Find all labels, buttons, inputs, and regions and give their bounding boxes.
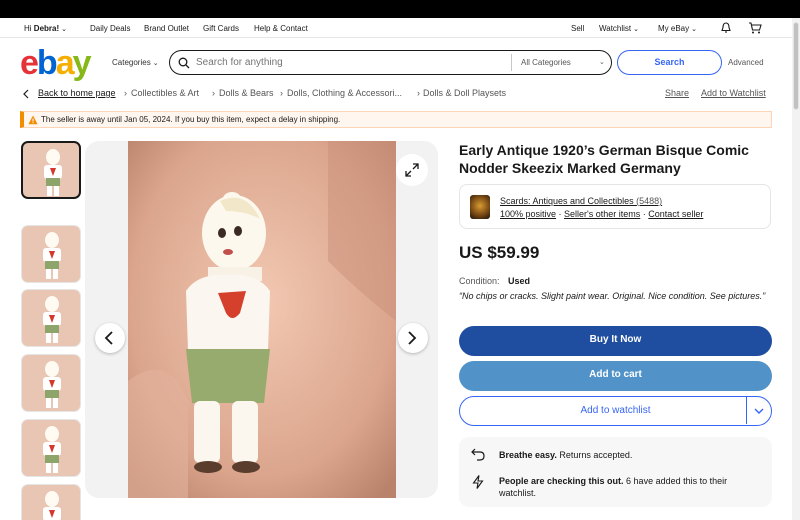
advanced-search-link[interactable]: Advanced bbox=[728, 58, 764, 67]
seller-away-banner: The seller is away until Jan 05, 2024. I… bbox=[20, 111, 772, 128]
breadcrumb-item[interactable]: Collectibles & Art bbox=[131, 88, 199, 98]
thumbnail-5[interactable] bbox=[21, 419, 81, 477]
thumbnail-3[interactable] bbox=[21, 289, 81, 347]
top-bar: Hi Debra! ⌄ Daily Deals Brand Outlet Gift… bbox=[0, 18, 792, 38]
item-price: US $59.99 bbox=[459, 243, 540, 262]
returns-text: Breathe easy. Returns accepted. bbox=[499, 450, 633, 460]
next-image-button[interactable] bbox=[398, 323, 428, 353]
seller-feedback-count: (5488) bbox=[636, 196, 663, 206]
seller-meta: 100% positive · Seller's other items · C… bbox=[500, 209, 704, 219]
my-ebay-menu[interactable]: My eBay ⌄ bbox=[658, 24, 697, 33]
expand-image-button[interactable] bbox=[396, 154, 428, 186]
condition-value: Used bbox=[508, 276, 531, 286]
product-photo bbox=[128, 141, 396, 498]
search-input[interactable] bbox=[196, 55, 496, 70]
breadcrumb-separator: › bbox=[212, 88, 215, 98]
add-to-watchlist-link[interactable]: Add to Watchlist bbox=[701, 88, 766, 98]
page-scrollbar[interactable] bbox=[792, 18, 800, 520]
search-divider bbox=[511, 54, 512, 71]
search-icon bbox=[178, 57, 190, 69]
cart-icon[interactable] bbox=[748, 22, 762, 34]
category-select[interactable]: All Categories ⌄ bbox=[521, 58, 605, 67]
thumbnail-4[interactable] bbox=[21, 354, 81, 412]
sell-link[interactable]: Sell bbox=[571, 24, 584, 33]
thumbnail-6[interactable] bbox=[21, 484, 81, 520]
seller-name-line: Scards: Antiques and Collectibles (5488) bbox=[500, 196, 662, 206]
warning-icon bbox=[28, 115, 38, 125]
figure-thumbnail-image bbox=[43, 361, 61, 408]
breadcrumb-separator: › bbox=[124, 88, 127, 98]
gift-cards-link[interactable]: Gift Cards bbox=[203, 24, 239, 33]
add-to-watchlist-label: Add to watchlist bbox=[580, 405, 651, 416]
condition-label: Condition: bbox=[459, 276, 500, 286]
bell-icon[interactable] bbox=[720, 22, 732, 34]
add-to-watchlist-button[interactable]: Add to watchlist bbox=[459, 396, 772, 426]
lightning-icon bbox=[472, 475, 484, 489]
returns-icon bbox=[471, 448, 485, 461]
breadcrumb-item[interactable]: Dolls, Clothing & Accessori... bbox=[287, 88, 402, 98]
watchlist-menu[interactable]: Watchlist ⌄ bbox=[599, 24, 639, 33]
seller-avatar[interactable] bbox=[470, 195, 490, 219]
figure-thumbnail-image bbox=[44, 149, 62, 196]
figure-thumbnail-image bbox=[43, 426, 61, 473]
chevron-right-icon bbox=[408, 331, 417, 345]
image-gallery bbox=[85, 141, 438, 498]
search-bar: All Categories⌄ bbox=[169, 50, 612, 75]
thumbnail-2[interactable] bbox=[21, 225, 81, 283]
categories-menu[interactable]: Categories ⌄ bbox=[112, 58, 159, 67]
scrollbar-thumb[interactable] bbox=[793, 22, 799, 110]
seller-positive-link[interactable]: 100% positive bbox=[500, 209, 556, 219]
back-home-link[interactable]: Back to home page bbox=[38, 88, 116, 98]
seller-other-items-link[interactable]: Seller's other items bbox=[564, 209, 640, 219]
buy-it-now-button[interactable]: Buy It Now bbox=[459, 326, 772, 356]
help-contact-link[interactable]: Help & Contact bbox=[254, 24, 308, 33]
breadcrumb-separator: › bbox=[280, 88, 283, 98]
brand-outlet-link[interactable]: Brand Outlet bbox=[144, 24, 189, 33]
previous-image-button[interactable] bbox=[95, 323, 125, 353]
figure-thumbnail-image bbox=[43, 296, 61, 343]
chevron-left-icon bbox=[104, 331, 113, 345]
share-link[interactable]: Share bbox=[665, 88, 689, 98]
add-to-cart-button[interactable]: Add to cart bbox=[459, 361, 772, 391]
figure-thumbnail-image bbox=[43, 491, 61, 520]
condition-note: “No chips or cracks. Slight paint wear. … bbox=[459, 291, 766, 301]
daily-deals-link[interactable]: Daily Deals bbox=[90, 24, 130, 33]
watchers-text: People are checking this out. 6 have add… bbox=[499, 476, 728, 498]
search-button[interactable]: Search bbox=[617, 50, 722, 75]
contact-seller-link[interactable]: Contact seller bbox=[648, 209, 703, 219]
banner-message: The seller is away until Jan 05, 2024. I… bbox=[41, 115, 341, 124]
expand-icon bbox=[405, 163, 419, 177]
listing-title: Early Antique 1920’s German Bisque Comic… bbox=[459, 142, 749, 176]
user-name: Debra! bbox=[33, 24, 60, 33]
condition-line: Condition: Used bbox=[459, 276, 530, 286]
chevron-left-icon[interactable] bbox=[23, 89, 29, 99]
seller-card: Scards: Antiques and Collectibles (5488)… bbox=[459, 184, 771, 229]
breadcrumb-item[interactable]: Dolls & Doll Playsets bbox=[423, 88, 506, 98]
breadcrumb-separator: › bbox=[417, 88, 420, 98]
seller-name-link[interactable]: Scards: Antiques and Collectibles bbox=[500, 196, 634, 206]
thumbnail-1[interactable] bbox=[21, 141, 81, 199]
watchlist-divider bbox=[746, 397, 747, 424]
chevron-down-icon[interactable] bbox=[753, 398, 765, 426]
ebay-logo[interactable]: ebay bbox=[20, 46, 92, 80]
ebay-listing-page: Hi Debra! ⌄ Daily Deals Brand Outlet Gift… bbox=[0, 18, 800, 520]
info-box: Breathe easy. Returns accepted. People a… bbox=[459, 437, 772, 507]
greeting[interactable]: Hi Debra! ⌄ bbox=[24, 24, 67, 33]
breadcrumb-item[interactable]: Dolls & Bears bbox=[219, 88, 274, 98]
figure-thumbnail-image bbox=[43, 232, 61, 279]
